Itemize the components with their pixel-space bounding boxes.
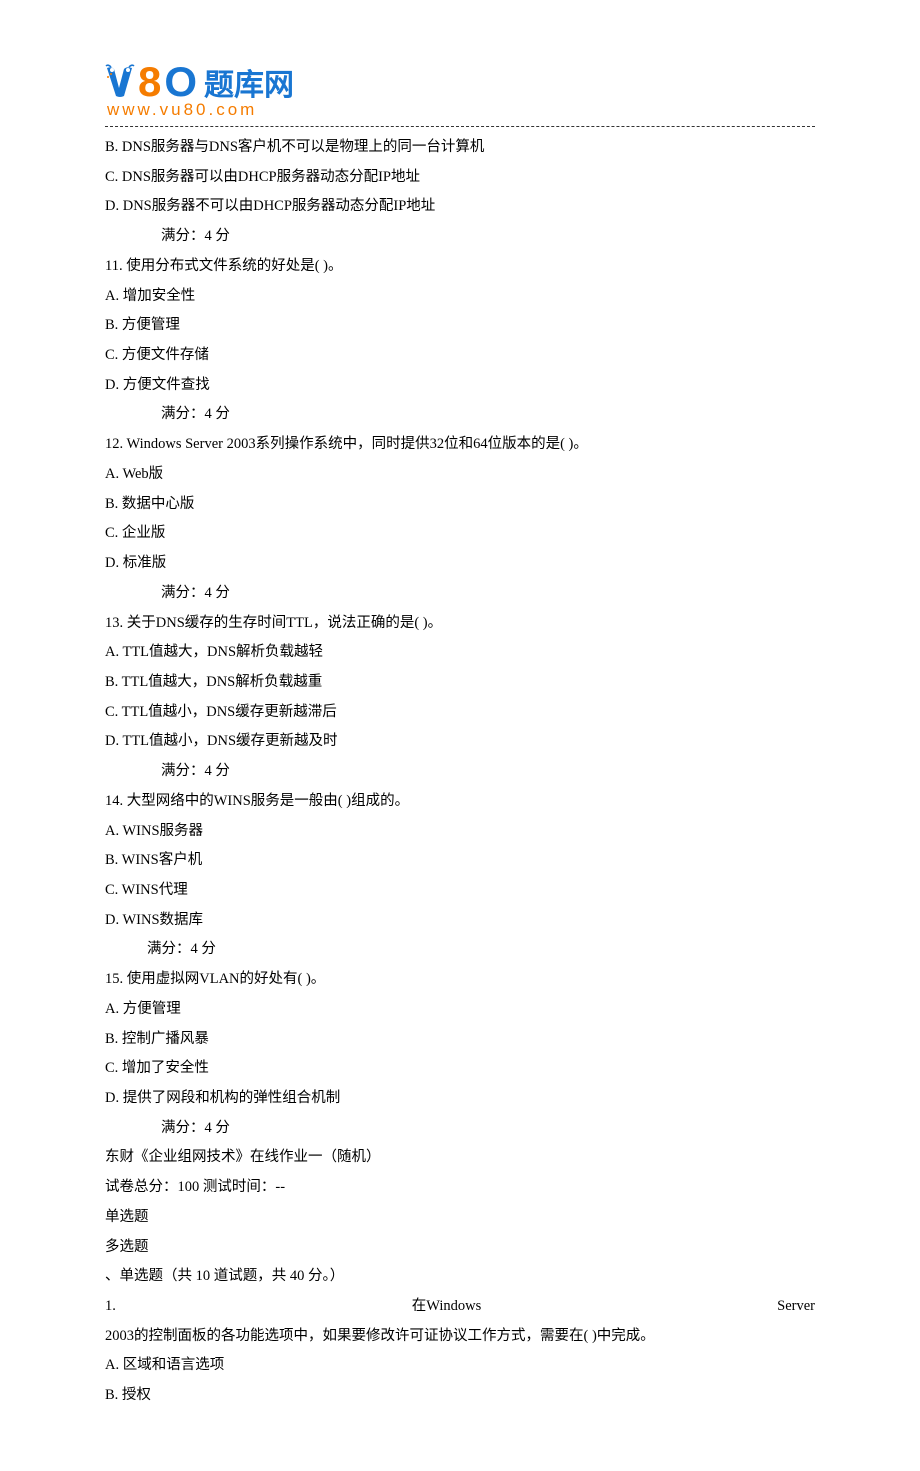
exam-title: 东财《企业组网技术》在线作业一（随机） (105, 1143, 815, 1173)
q1-option-a: A. 区域和语言选项 (105, 1351, 815, 1381)
q12-option-b: B. 数据中心版 (105, 490, 815, 520)
prev-option-b: B. DNS服务器与DNS客户机不可以是物理上的同一台计算机 (105, 133, 815, 163)
q15-option-b: B. 控制广播风暴 (105, 1025, 815, 1055)
score-line: 满分：4 分 (105, 757, 815, 787)
question-15: 15. 使用虚拟网VLAN的好处有( )。 (105, 965, 815, 995)
q1-number: 1. (105, 1292, 116, 1322)
section-header: 、单选题（共 10 道试题，共 40 分。） (105, 1262, 815, 1292)
q13-option-a: A. TTL值越大，DNS解析负载越轻 (105, 638, 815, 668)
section-single: 单选题 (105, 1203, 815, 1233)
q15-option-a: A. 方便管理 (105, 995, 815, 1025)
prev-option-d: D. DNS服务器不可以由DHCP服务器动态分配IP地址 (105, 192, 815, 222)
document-content: B. DNS服务器与DNS客户机不可以是物理上的同一台计算机 C. DNS服务器… (105, 133, 815, 1411)
score-line: 满分：4 分 (105, 222, 815, 252)
q12-option-c: C. 企业版 (105, 519, 815, 549)
q11-option-b: B. 方便管理 (105, 311, 815, 341)
q1-text-mid: 在Windows (412, 1292, 482, 1322)
q1-option-b: B. 授权 (105, 1381, 815, 1411)
q1-text-right: Server (777, 1292, 815, 1322)
q11-option-c: C. 方便文件存储 (105, 341, 815, 371)
logo-title-text: 题库网 (204, 60, 294, 104)
q15-option-c: C. 增加了安全性 (105, 1054, 815, 1084)
q14-option-b: B. WINS客户机 (105, 846, 815, 876)
question-13: 13. 关于DNS缓存的生存时间TTL，说法正确的是( )。 (105, 609, 815, 639)
q12-option-a: A. Web版 (105, 460, 815, 490)
score-line: 满分：4 分 (105, 400, 815, 430)
logo-header: 8 O 题库网 www.vu80.com (105, 60, 815, 120)
divider-line (105, 126, 815, 127)
exam-info: 试卷总分：100 测试时间：-- (105, 1173, 815, 1203)
q14-option-c: C. WINS代理 (105, 876, 815, 906)
q12-option-d: D. 标准版 (105, 549, 815, 579)
q11-option-a: A. 增加安全性 (105, 282, 815, 312)
question-1-cont: 2003的控制面板的各功能选项中，如果要修改许可证协议工作方式，需要在( )中完… (105, 1322, 815, 1352)
q11-option-d: D. 方便文件查找 (105, 371, 815, 401)
q15-option-d: D. 提供了网段和机构的弹性组合机制 (105, 1084, 815, 1114)
question-12: 12. Windows Server 2003系列操作系统中，同时提供32位和6… (105, 430, 815, 460)
section-multi: 多选题 (105, 1233, 815, 1263)
q13-option-b: B. TTL值越大，DNS解析负载越重 (105, 668, 815, 698)
logo-letter-o: O (164, 61, 197, 103)
logo-v-icon (105, 64, 135, 100)
score-line: 满分：4 分 (105, 579, 815, 609)
question-14: 14. 大型网络中的WINS服务是一般由( )组成的。 (105, 787, 815, 817)
question-1-line: 1. 在Windows Server (105, 1292, 815, 1322)
q13-option-d: D. TTL值越小，DNS缓存更新越及时 (105, 727, 815, 757)
question-11: 11. 使用分布式文件系统的好处是( )。 (105, 252, 815, 282)
logo-digit-8: 8 (138, 61, 161, 103)
prev-option-c: C. DNS服务器可以由DHCP服务器动态分配IP地址 (105, 163, 815, 193)
logo-url: www.vu80.com (107, 100, 815, 120)
q13-option-c: C. TTL值越小，DNS缓存更新越滞后 (105, 698, 815, 728)
score-line: 满分：4 分 (105, 1114, 815, 1144)
q14-option-d: D. WINS数据库 (105, 906, 815, 936)
score-line: 满分：4 分 (105, 935, 815, 965)
q14-option-a: A. WINS服务器 (105, 817, 815, 847)
